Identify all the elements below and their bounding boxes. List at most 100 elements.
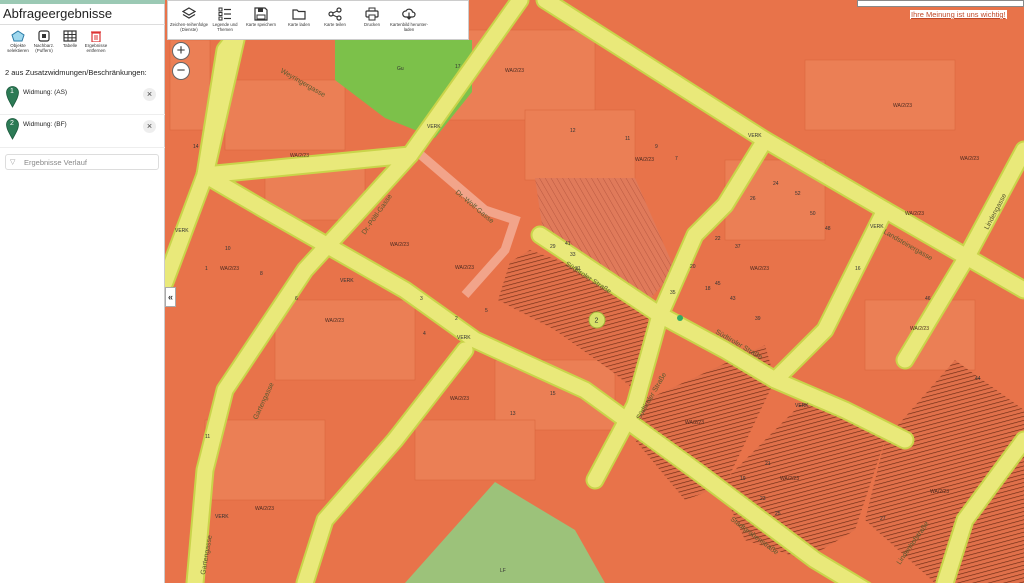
remove-results-button[interactable]: Ergebnisse entfernen xyxy=(82,30,110,53)
divider xyxy=(0,114,165,115)
road-label: VERK xyxy=(870,224,884,230)
parcel-number: 52 xyxy=(795,191,801,197)
parcel-number: 27 xyxy=(880,516,886,522)
parcel-number: 37 xyxy=(735,244,741,250)
result-number: 2 xyxy=(10,120,14,127)
parcel-number: 10 xyxy=(225,246,231,252)
toolbar-label: Kartenbild herunter-laden xyxy=(390,22,428,32)
road-label: VERK xyxy=(175,228,189,234)
chevron-down-icon: ▽ xyxy=(10,159,16,166)
load-map-button[interactable]: Karte laden xyxy=(280,7,318,27)
share-map-button[interactable]: Karte teilen xyxy=(316,7,354,27)
road-label: VERK xyxy=(748,133,762,139)
parcel-number: 44 xyxy=(975,376,981,382)
divider xyxy=(0,24,165,25)
zone-code: WA/2/23 xyxy=(750,266,769,272)
result-label: Widmung: (AS) xyxy=(23,89,68,96)
zone-code: WA/2/23 xyxy=(685,420,704,426)
tool-label: Ergebnisse entfernen xyxy=(84,43,108,53)
zone-code: WA/2/23 xyxy=(635,157,654,163)
feedback-link[interactable]: Ihre Meinung ist uns wichtig! xyxy=(910,10,1007,19)
parcel-number: 13 xyxy=(510,411,516,417)
zone-code: WA/2/23 xyxy=(290,153,309,159)
parcel-number: 43 xyxy=(730,296,736,302)
result-item[interactable]: 2 Widmung: (BF) × xyxy=(6,118,158,144)
zone-code: WA/2/23 xyxy=(255,506,274,512)
parcel-number: 9 xyxy=(655,144,658,150)
parcel-number: 22 xyxy=(715,236,721,242)
select-objects-button[interactable]: Objekte selektieren xyxy=(4,30,32,53)
scale-bar-box xyxy=(857,0,1024,7)
parcel-number: 33 xyxy=(570,252,576,258)
parcel-number: 3 xyxy=(420,296,423,302)
print-button[interactable]: Drucken xyxy=(353,7,391,27)
map-toolbar: Zeichen-reihenfolge (Dienste) Legende un… xyxy=(167,0,469,40)
parcel-number: 26 xyxy=(750,196,756,202)
save-icon xyxy=(254,7,268,21)
parcel-number: 29 xyxy=(550,244,556,250)
divider xyxy=(0,147,165,148)
park-label: LF xyxy=(500,568,506,574)
zone-code: WA/2/23 xyxy=(325,318,344,324)
parcel-number: 25 xyxy=(775,511,781,517)
parcel-number: 39 xyxy=(755,316,761,322)
parcel-number: 31 xyxy=(575,266,581,272)
result-marker-label: 2 xyxy=(595,318,599,325)
zone-code: WA/2/23 xyxy=(450,396,469,402)
neighbour-search-button[interactable]: Nachbarz. (Puffern) xyxy=(30,30,58,53)
result-label: Widmung: (BF) xyxy=(23,121,67,128)
remove-result-button[interactable]: × xyxy=(143,120,156,133)
table-icon xyxy=(63,30,77,42)
cloud-download-icon xyxy=(402,8,416,20)
green-zone-label: Gu xyxy=(397,66,404,72)
parcel-number: 12 xyxy=(570,128,576,134)
parcel-number: 7 xyxy=(675,156,678,162)
zone-code: WA/2/23 xyxy=(780,476,799,482)
result-count: 2 aus Zusatzwidmungen/Beschränkungen: xyxy=(5,68,147,77)
legend-icon xyxy=(218,7,231,21)
results-panel: Abfrageergebnisse Objekte selektieren Na… xyxy=(0,0,165,583)
results-history-dropdown[interactable]: ▽ Ergebnisse Verlauf xyxy=(5,154,159,170)
download-map-image-button[interactable]: Kartenbild herunter-laden xyxy=(390,7,428,32)
parcel-number: 8 xyxy=(260,271,263,277)
road-label: VERK xyxy=(795,403,809,409)
toolbar-label: Karte speichern xyxy=(245,22,277,27)
collapse-panel-button[interactable]: « xyxy=(165,287,176,307)
road-label: VERK xyxy=(457,335,471,341)
zone-code: WA/2/23 xyxy=(220,266,239,272)
zone-code: WA/2/23 xyxy=(893,103,912,109)
parcel-number: 15 xyxy=(550,391,556,397)
save-map-button[interactable]: Karte speichern xyxy=(242,7,280,27)
tool-label: Nachbarz. (Puffern) xyxy=(33,43,55,53)
parcel-number: 14 xyxy=(193,144,199,150)
parcel-number: 24 xyxy=(773,181,779,187)
result-item[interactable]: 1 Widmung: (AS) × xyxy=(6,86,158,112)
result-marker[interactable]: 2 xyxy=(588,311,606,329)
toolbar-label: Karte teilen xyxy=(324,22,346,27)
parcel-number: 5 xyxy=(485,308,488,314)
parcel-number: 1 xyxy=(205,266,208,272)
legend-button[interactable]: Legende und Themen xyxy=(206,7,244,32)
zoom-in-button[interactable]: + xyxy=(172,42,190,60)
layer-order-button[interactable]: Zeichen-reihenfolge (Dienste) xyxy=(170,7,208,32)
tool-label: Objekte selektieren xyxy=(7,43,29,53)
folder-icon xyxy=(292,9,306,20)
zone-code: WA/2/23 xyxy=(455,265,474,271)
toolbar-label: Drucken xyxy=(363,22,380,27)
parcel-number: 6 xyxy=(295,296,298,302)
trash-icon xyxy=(91,31,101,42)
parcel-number: 41 xyxy=(565,241,571,247)
results-history-placeholder: Ergebnisse Verlauf xyxy=(24,158,87,167)
parcel-number: 50 xyxy=(810,211,816,217)
result-number: 1 xyxy=(10,88,14,95)
parcel-number: 2 xyxy=(455,316,458,322)
print-icon xyxy=(365,7,379,21)
zoom-out-button[interactable]: − xyxy=(172,62,190,80)
map-canvas[interactable]: Weyringergasse Dr.-Pöltl-Gasse Dr.-Wolf-… xyxy=(165,0,1024,583)
road-label: VERK xyxy=(427,124,441,130)
table-button[interactable]: Tabelle xyxy=(56,30,84,48)
zone-code: WA/2/23 xyxy=(505,68,524,74)
remove-result-button[interactable]: × xyxy=(143,88,156,101)
parcel-number: 18 xyxy=(705,286,711,292)
parcel-number: 46 xyxy=(925,296,931,302)
